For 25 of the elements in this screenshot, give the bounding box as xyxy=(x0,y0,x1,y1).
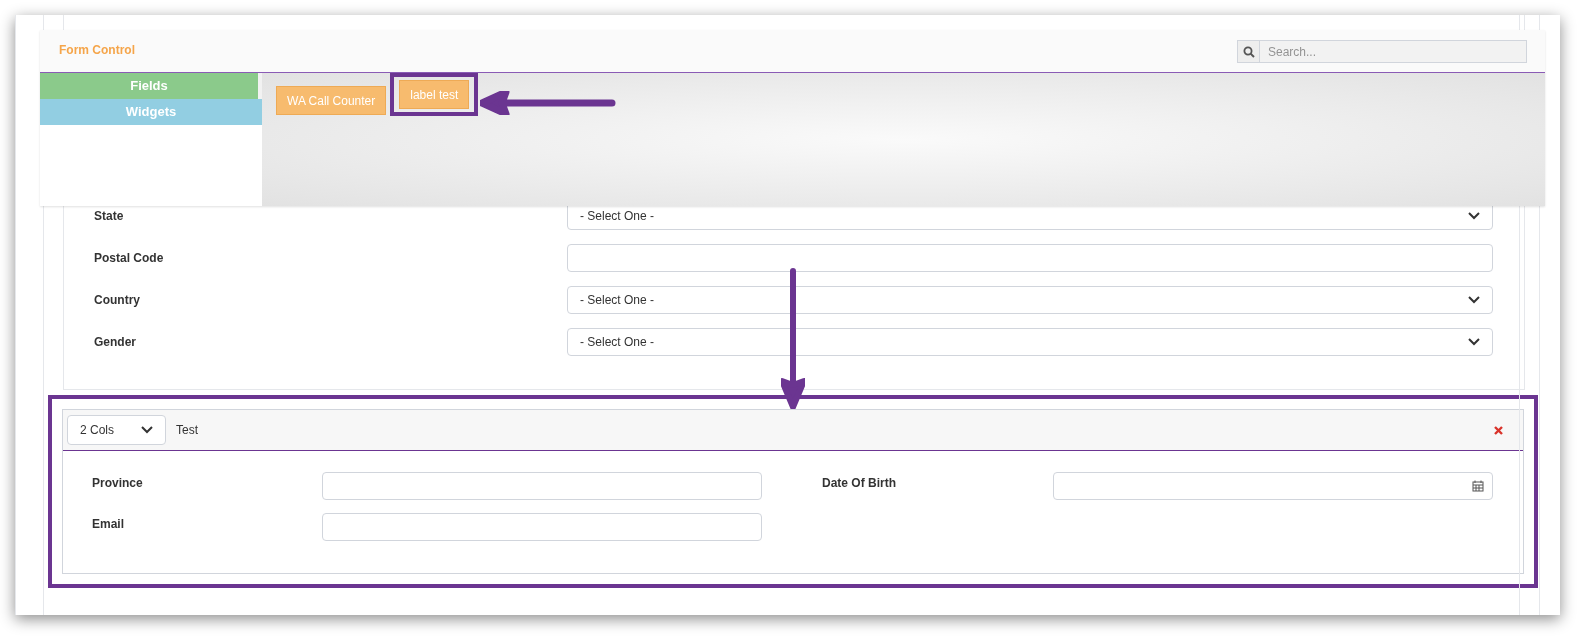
field-label: Postal Code xyxy=(94,250,165,267)
search-icon xyxy=(1242,45,1255,58)
date-field[interactable] xyxy=(1053,472,1493,500)
field-label: Email xyxy=(92,516,125,533)
chevron-down-icon xyxy=(1468,212,1480,220)
chevron-down-icon xyxy=(141,426,153,434)
search-field[interactable]: Search... xyxy=(1260,40,1527,63)
input-field[interactable] xyxy=(567,244,1493,272)
arrow-icon xyxy=(480,91,616,115)
section-title: Test xyxy=(176,422,199,439)
field-label: State xyxy=(94,208,125,225)
panel-title: Form Control xyxy=(59,42,135,59)
field-label: Gender xyxy=(94,334,137,351)
select-field[interactable]: - Select One - xyxy=(567,328,1493,356)
calendar-icon xyxy=(1472,480,1484,492)
input-field[interactable] xyxy=(322,472,762,500)
select-field[interactable]: 2 Cols xyxy=(67,415,166,445)
chevron-down-icon xyxy=(1468,296,1480,304)
field-label: Country xyxy=(94,292,141,309)
field-label: Province xyxy=(92,475,144,492)
field-label: Date Of Birth xyxy=(822,475,897,492)
close-icon[interactable] xyxy=(1494,425,1503,435)
select-field[interactable]: - Select One - xyxy=(567,286,1493,314)
chevron-down-icon xyxy=(1468,338,1480,346)
input-field[interactable] xyxy=(322,513,762,541)
